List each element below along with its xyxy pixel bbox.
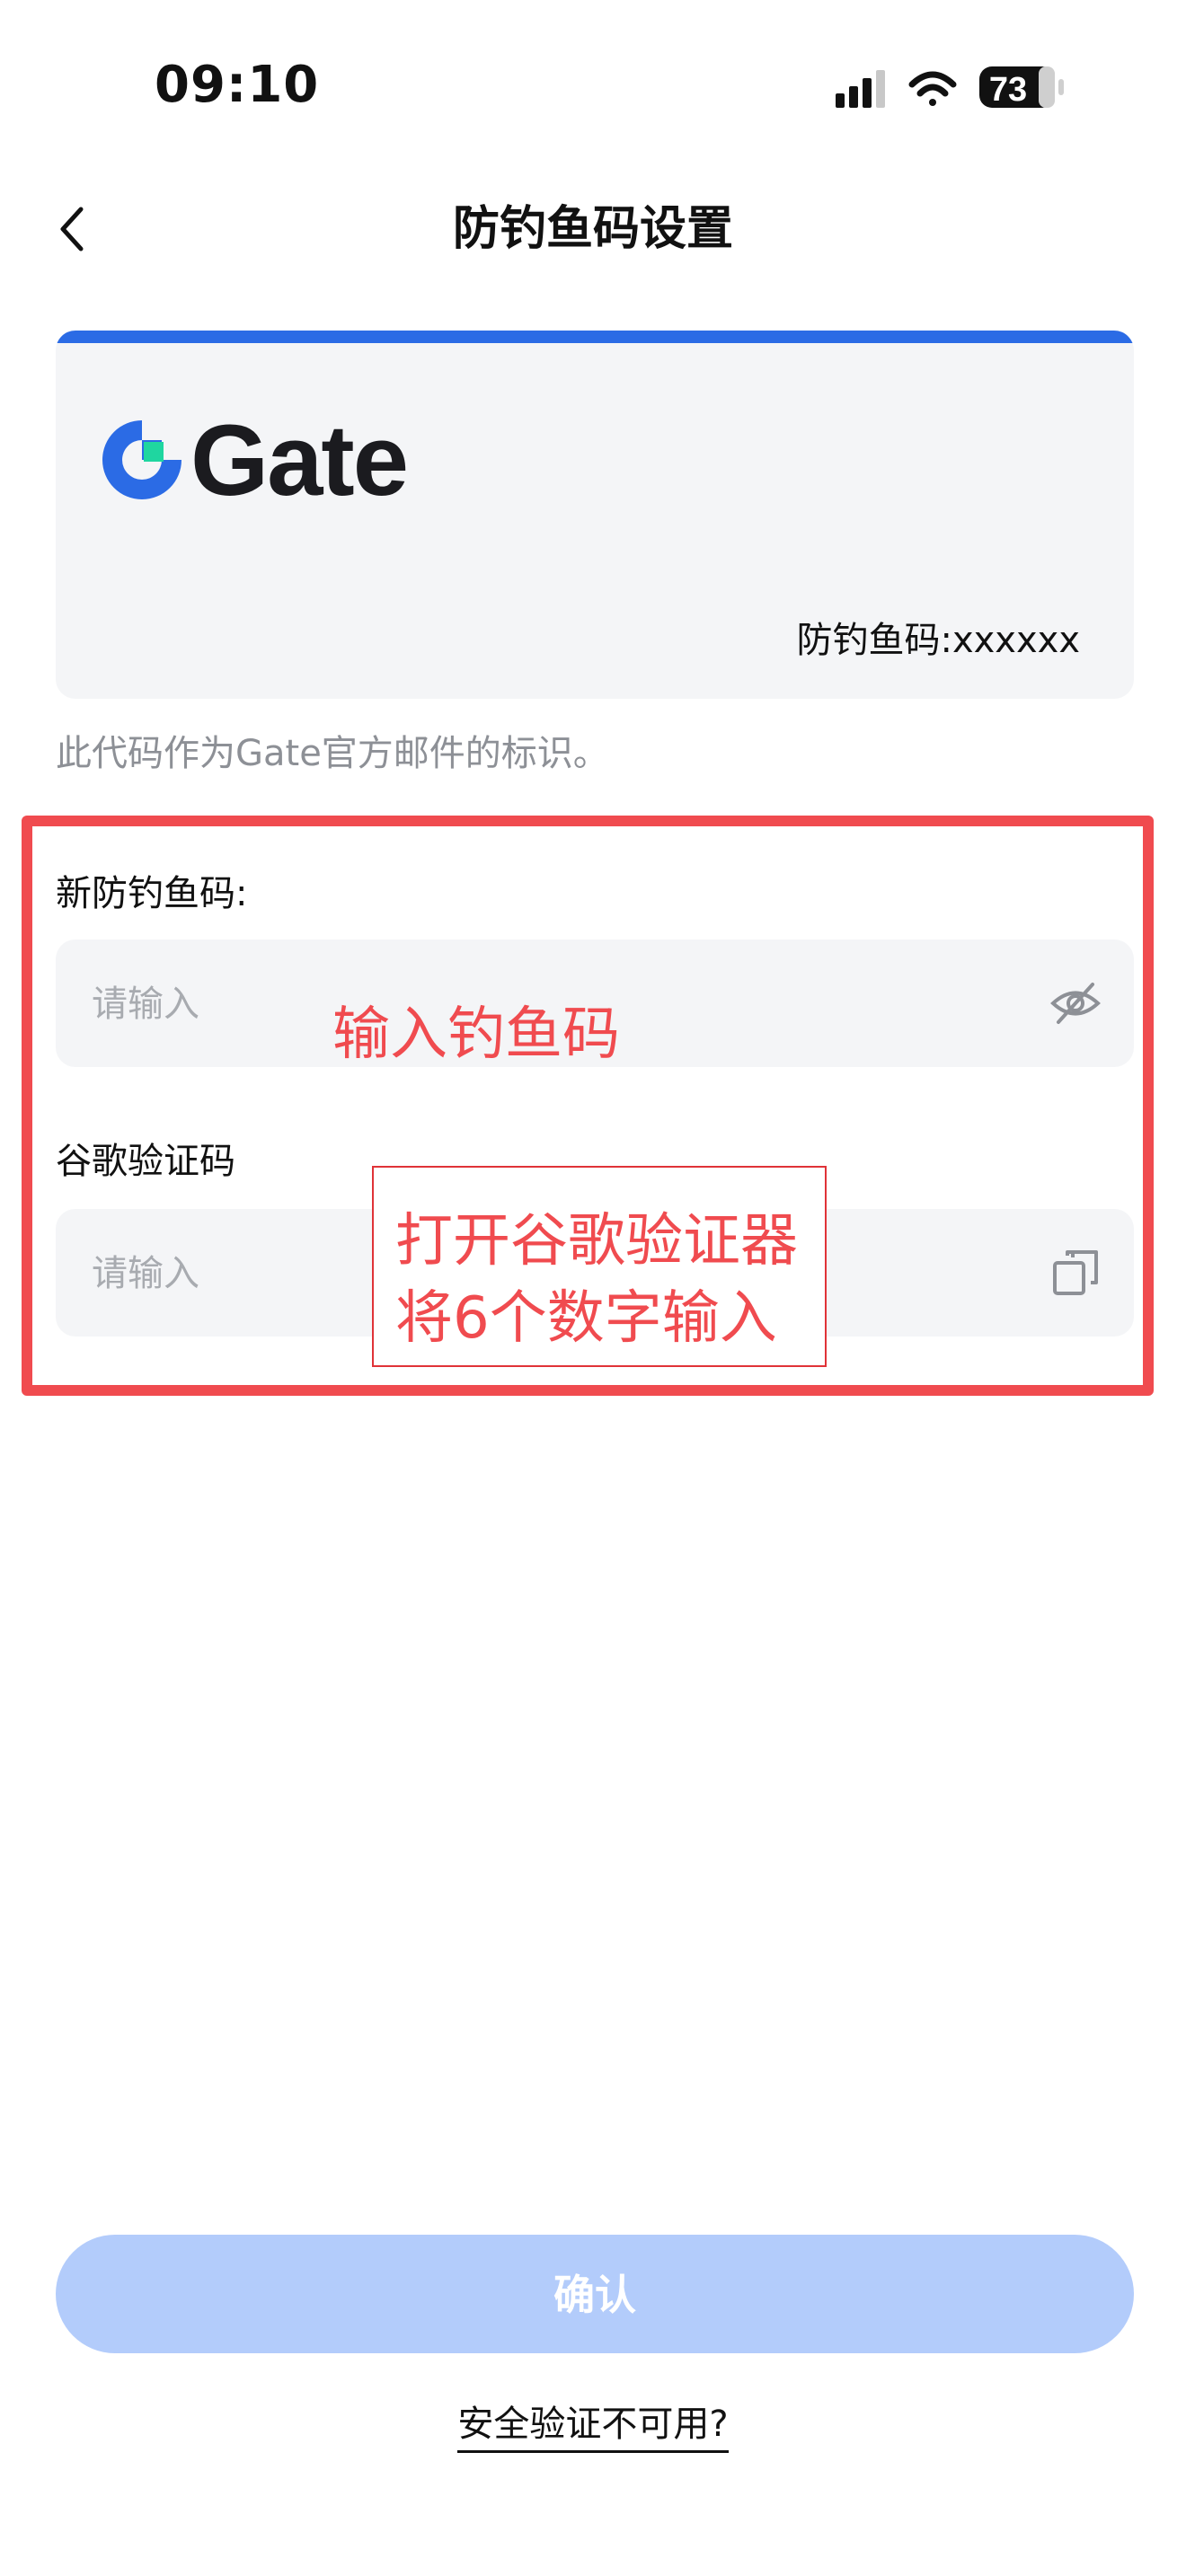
gate-logo-icon [99,417,185,503]
status-time: 09:10 [155,56,320,114]
battery-icon: 73 [979,66,1064,109]
card-accent-bar [56,331,1134,343]
paste-icon[interactable] [1048,1245,1103,1301]
confirm-button[interactable]: 确认 [56,2235,1134,2353]
status-icons: 73 [836,61,1087,115]
svg-text:73: 73 [989,71,1027,109]
new-code-label: 新防钓鱼码: [56,873,248,914]
verification-unavailable-link[interactable]: 安全验证不可用? [457,2404,729,2453]
annotation-google-line1: 打开谷歌验证器 [395,1208,798,1275]
verification-unavailable-link-wrap: 安全验证不可用? [0,2395,1186,2453]
hint-text: 此代码作为Gate官方邮件的标识。 [56,733,609,774]
back-button[interactable] [45,193,99,265]
wifi-icon [908,71,957,106]
brand-name: Gate [190,404,409,516]
annotation-google-line2: 将6个数字输入 [395,1285,777,1352]
page-title: 防钓鱼码设置 [452,202,733,256]
eye-off-icon[interactable] [1048,975,1103,1031]
annotation-enter-code: 输入钓鱼码 [332,1001,620,1068]
google-code-label: 谷歌验证码 [56,1141,235,1182]
signal-icon [836,70,885,108]
anti-phishing-code-label: 防钓鱼码:xxxxxx [796,620,1080,661]
chevron-left-icon [60,207,84,251]
email-preview-card: Gate 防钓鱼码:xxxxxx [56,331,1134,699]
